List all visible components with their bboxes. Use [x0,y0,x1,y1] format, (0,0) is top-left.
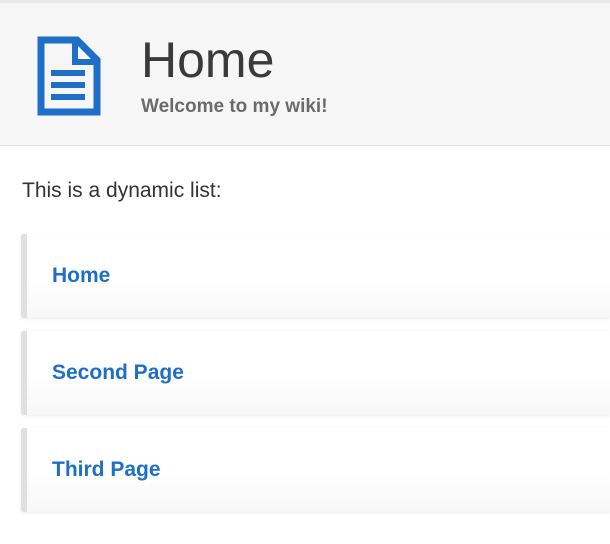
page: Home Welcome to my wiki! This is a dynam… [0,0,610,544]
dynamic-list: Home Second Page Third Page [21,234,610,525]
list-item-link-home[interactable]: Home [52,264,110,288]
document-icon [37,36,101,116]
intro-text: This is a dynamic list: [22,179,222,202]
list-item-link-second-page[interactable]: Second Page [52,361,184,385]
list-item[interactable]: Home [21,234,610,318]
page-title: Home [141,32,275,88]
list-item[interactable]: Third Page [21,428,610,512]
list-item-link-third-page[interactable]: Third Page [52,458,161,482]
page-subtitle: Welcome to my wiki! [141,96,328,117]
list-item[interactable]: Second Page [21,331,610,415]
page-header: Home Welcome to my wiki! [0,3,610,146]
